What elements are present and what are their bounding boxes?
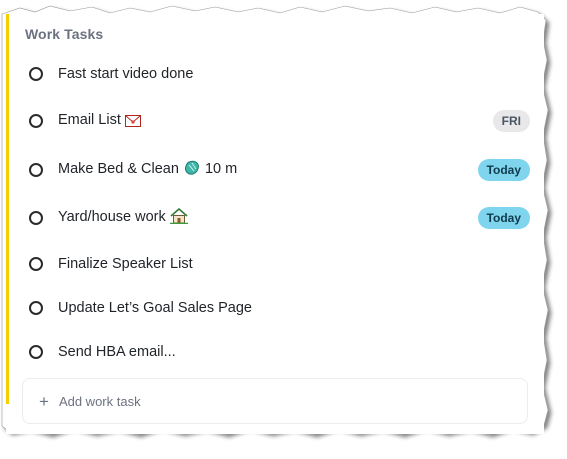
- due-badge-today: Today: [477, 207, 530, 229]
- task-label: Yard/house work: [58, 209, 166, 225]
- task-checkbox[interactable]: [29, 301, 43, 315]
- house-icon: [169, 207, 188, 228]
- task-checkbox[interactable]: [29, 67, 43, 81]
- task-row-send-hba-email[interactable]: Send HBA email...: [28, 338, 530, 366]
- task-checkbox[interactable]: [29, 163, 43, 177]
- add-work-task-label: Add work task: [58, 393, 141, 409]
- work-tasks-panel: Work Tasks Fast start video done Email L…: [6, 14, 544, 434]
- task-row-finalize-speaker-list[interactable]: Finalize Speaker List: [28, 250, 530, 278]
- add-work-task-input[interactable]: + Add work task: [22, 378, 528, 424]
- task-duration: 10 m: [204, 161, 238, 177]
- task-row-fast-start-video[interactable]: Fast start video done: [28, 60, 530, 88]
- task-label: Update Let’s Goal Sales Page: [58, 300, 253, 316]
- due-badge-fri: FRI: [492, 110, 530, 132]
- broom-icon: [183, 160, 201, 180]
- task-row-make-bed[interactable]: Make Bed & Clean 10 m Today: [28, 156, 530, 184]
- task-checkbox[interactable]: [29, 257, 43, 271]
- task-row-email-list[interactable]: Email List FRI: [28, 107, 530, 135]
- task-label: Make Bed & Clean: [58, 161, 179, 177]
- task-label: Email List: [58, 111, 121, 128]
- section-title: Work Tasks: [25, 26, 104, 42]
- task-label-wrap: Email List: [58, 112, 141, 131]
- task-checkbox[interactable]: [29, 114, 43, 128]
- section-accent-bar: [6, 14, 9, 404]
- task-label: Fast start video done: [58, 66, 194, 82]
- task-label-wrap: Yard/house work: [58, 207, 188, 228]
- envelope-icon: [124, 114, 141, 131]
- task-row-yard-house-work[interactable]: Yard/house work Today: [28, 204, 530, 232]
- task-checkbox[interactable]: [29, 211, 43, 225]
- task-row-update-sales-page[interactable]: Update Let’s Goal Sales Page: [28, 294, 530, 322]
- task-label-wrap: Make Bed & Clean 10 m: [58, 160, 237, 180]
- due-badge-today: Today: [477, 159, 530, 181]
- task-label: Send HBA email...: [58, 344, 176, 360]
- task-label: Finalize Speaker List: [58, 256, 193, 272]
- plus-icon: +: [39, 391, 49, 411]
- task-checkbox[interactable]: [29, 345, 43, 359]
